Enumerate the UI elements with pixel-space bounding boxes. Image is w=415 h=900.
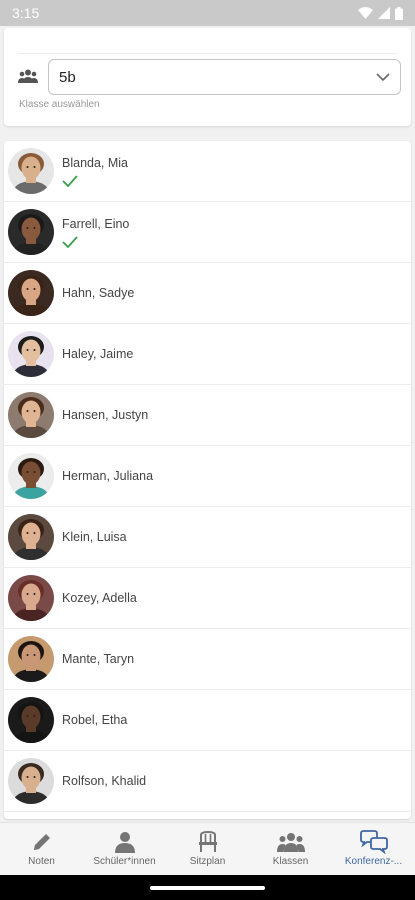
- student-row[interactable]: Robel, Etha: [4, 690, 411, 751]
- student-name: Farrell, Eino: [62, 216, 130, 231]
- student-info: Farrell, Eino: [62, 217, 129, 248]
- nav-item-group[interactable]: Klassen: [249, 823, 332, 875]
- student-info: Blanda, Mia: [62, 156, 128, 187]
- student-avatar: [8, 636, 54, 682]
- student-row[interactable]: Kozey, Adella: [4, 568, 411, 629]
- student-avatar: [8, 758, 54, 804]
- class-select-hint: Klasse auswählen: [19, 99, 100, 110]
- nav-item-chat-bubbles[interactable]: Konferenz-...: [332, 823, 415, 875]
- chevron-down-icon: [376, 73, 390, 81]
- battery-icon: [395, 6, 403, 20]
- student-avatar: [8, 697, 54, 743]
- student-info: Klein, Luisa: [62, 530, 127, 544]
- nav-label: Sitzplan: [189, 856, 226, 867]
- student-row[interactable]: Farrell, Eino: [4, 202, 411, 263]
- student-row[interactable]: Blanda, Mia: [4, 141, 411, 202]
- nav-label: Klassen: [272, 856, 309, 867]
- student-list: Blanda, Mia Farrell, Eino Hahn, Sadye Haley…: [4, 141, 411, 819]
- student-avatar: [8, 392, 54, 438]
- pencil-icon: [31, 830, 53, 854]
- student-avatar: [8, 331, 54, 377]
- nav-label: Noten: [28, 856, 55, 867]
- student-row[interactable]: Hansen, Justyn: [4, 385, 411, 446]
- checkmark-icon: [62, 174, 78, 187]
- home-indicator[interactable]: [150, 886, 265, 890]
- group-icon: [276, 830, 305, 854]
- student-info: Hahn, Sadye: [62, 286, 134, 300]
- bottom-navigation: Noten Schüler*innen Sitzplan Klassen Konfere…: [0, 822, 415, 875]
- checkmark-icon: [62, 235, 78, 248]
- student-row[interactable]: Rolfson, Khalid: [4, 751, 411, 812]
- wifi-icon: [358, 7, 373, 19]
- class-select[interactable]: 5b: [48, 59, 401, 95]
- student-name: Robel, Etha: [62, 713, 128, 727]
- student-avatar: [8, 209, 54, 255]
- student-name: Mante, Taryn: [62, 652, 135, 666]
- status-time: 3:15: [12, 5, 40, 21]
- student-info: Robel, Etha: [62, 713, 127, 727]
- student-row[interactable]: Haley, Jaime: [4, 324, 411, 385]
- student-avatar: [8, 514, 54, 560]
- class-select-value: 5b: [59, 68, 76, 86]
- divider: [18, 53, 397, 54]
- student-name: Blanda, Mia: [62, 155, 129, 170]
- student-avatar: [8, 270, 54, 316]
- student-name: Klein, Luisa: [62, 530, 127, 544]
- nav-item-person[interactable]: Schüler*innen: [83, 823, 166, 875]
- student-row[interactable]: Klein, Luisa: [4, 507, 411, 568]
- group-icon: [18, 69, 38, 83]
- student-row[interactable]: Mante, Taryn: [4, 629, 411, 690]
- person-icon: [114, 830, 135, 854]
- student-avatar: [8, 453, 54, 499]
- status-icons: [358, 6, 403, 20]
- student-info: Herman, Juliana: [62, 469, 153, 483]
- nav-item-chair[interactable]: Sitzplan: [166, 823, 249, 875]
- signal-icon: [378, 7, 390, 19]
- student-avatar: [8, 148, 54, 194]
- nav-label: Schüler*innen: [93, 856, 156, 867]
- student-info: Rolfson, Khalid: [62, 774, 146, 788]
- student-name: Rolfson, Khalid: [62, 774, 147, 788]
- system-navigation-bar: [0, 875, 415, 900]
- chair-icon: [198, 830, 218, 854]
- class-selection-card: 5b Klasse auswählen: [4, 28, 411, 126]
- status-bar: 3:15: [0, 0, 415, 26]
- student-row[interactable]: Hahn, Sadye: [4, 263, 411, 324]
- student-info: Hansen, Justyn: [62, 408, 148, 422]
- student-avatar: [8, 575, 54, 621]
- nav-label: Konferenz-...: [344, 856, 403, 867]
- student-row[interactable]: Herman, Juliana: [4, 446, 411, 507]
- student-info: Mante, Taryn: [62, 652, 134, 666]
- student-name: Hahn, Sadye: [62, 286, 135, 300]
- student-name: Haley, Jaime: [62, 347, 134, 361]
- nav-item-pencil[interactable]: Noten: [0, 823, 83, 875]
- student-info: Haley, Jaime: [62, 347, 133, 361]
- student-info: Kozey, Adella: [62, 591, 137, 605]
- student-name: Herman, Juliana: [62, 469, 154, 483]
- chat-bubbles-icon: [359, 830, 389, 854]
- student-name: Kozey, Adella: [62, 591, 137, 605]
- student-name: Hansen, Justyn: [62, 408, 149, 422]
